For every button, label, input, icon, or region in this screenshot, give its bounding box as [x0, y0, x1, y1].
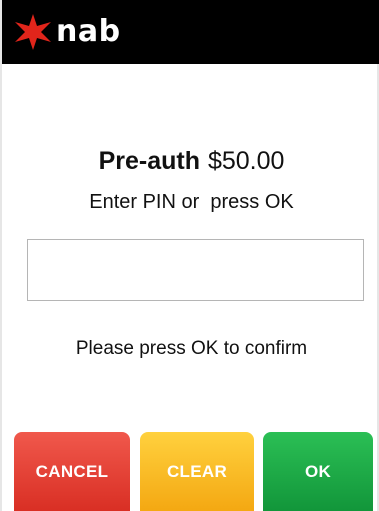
confirm-message: Please press OK to confirm — [75, 338, 308, 359]
payment-terminal-screen: nab Pre-auth $50.00 Enter PIN or press OK… — [0, 0, 379, 511]
brand-logo: nab — [12, 12, 121, 52]
header-bar: nab — [2, 0, 379, 64]
transaction-type: Pre-auth — [98, 147, 200, 175]
pin-input[interactable] — [27, 239, 364, 301]
clear-button[interactable]: CLEAR — [140, 432, 254, 511]
transaction-title: Pre-auth $50.00 — [2, 145, 379, 177]
ok-button[interactable]: OK — [263, 432, 373, 511]
brand-name: nab — [56, 14, 121, 49]
cancel-button[interactable]: CANCEL — [14, 432, 130, 511]
transaction-amount: $50.00 — [207, 147, 285, 175]
star-icon — [15, 14, 51, 50]
pin-prompt: Enter PIN or press OK — [89, 191, 294, 213]
star-icon-shape — [15, 14, 51, 50]
